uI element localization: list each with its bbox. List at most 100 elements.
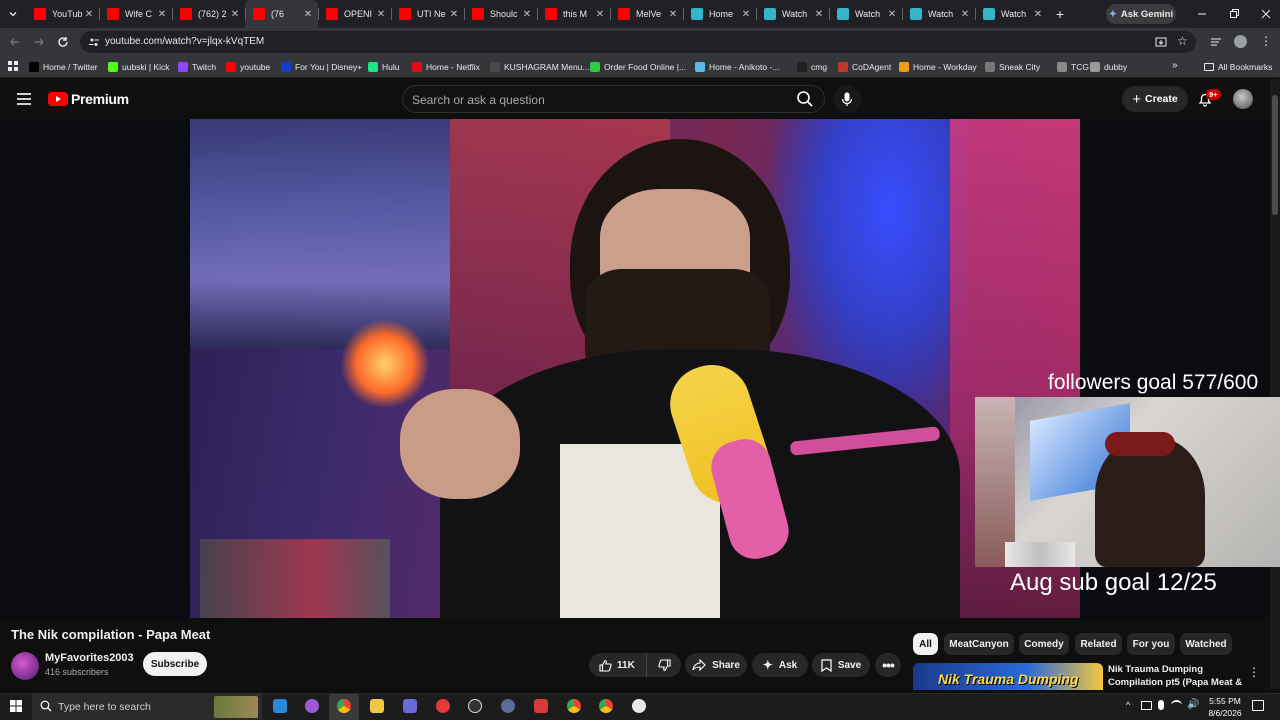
bookmark-link[interactable]: Sneak City (985, 60, 1040, 74)
browser-tab[interactable]: YouTub ✕ (26, 0, 99, 28)
taskbar-app-obs-icon[interactable] (468, 699, 482, 713)
notification-center-icon[interactable] (1252, 700, 1264, 711)
browser-tab[interactable]: Wife C ✕ (99, 0, 172, 28)
install-app-icon[interactable] (1155, 36, 1167, 48)
tab-close-icon[interactable]: ✕ (813, 9, 825, 20)
filter-chip[interactable]: Related (1075, 633, 1122, 655)
voice-search-button[interactable] (833, 85, 861, 113)
bookmark-star-icon[interactable]: ☆ (1177, 35, 1190, 48)
bookmark-link[interactable]: For You | Disney+ (281, 60, 362, 74)
browser-tab[interactable]: Watch ✕ (829, 0, 902, 28)
bookmark-link[interactable]: Home - Netflix (412, 60, 480, 74)
restore-button[interactable] (1226, 6, 1242, 22)
forward-button[interactable] (32, 35, 46, 49)
youtube-logo[interactable]: Premium (48, 91, 129, 107)
browser-tab[interactable]: OPENI ✕ (318, 0, 391, 28)
browser-tab[interactable]: (76 ✕ (245, 0, 318, 28)
dislike-button[interactable] (647, 658, 681, 672)
tray-network-icon[interactable] (1141, 701, 1152, 710)
browser-tab[interactable]: Watch ✕ (902, 0, 975, 28)
browser-tab[interactable]: Watch ✕ (756, 0, 829, 28)
tray-microphone-icon[interactable] (1158, 700, 1164, 710)
bookmark-link[interactable]: dubby (1090, 60, 1127, 74)
tab-close-icon[interactable]: ✕ (83, 9, 95, 20)
save-button[interactable]: Save (812, 653, 870, 677)
taskbar-app-steam-icon[interactable] (501, 699, 515, 713)
create-button[interactable]: + Create (1122, 86, 1188, 112)
tab-close-icon[interactable]: ✕ (740, 9, 752, 20)
taskbar-time[interactable]: 5:55 PM (1205, 696, 1245, 706)
site-info-icon[interactable] (88, 36, 100, 48)
taskbar-app-gamepad-icon[interactable] (403, 699, 417, 713)
url-text[interactable]: youtube.com/watch?v=jlqx-kVqTEM (105, 36, 264, 47)
tab-close-icon[interactable]: ✕ (302, 9, 314, 20)
more-menu-icon[interactable]: ⋮ (1260, 35, 1272, 49)
tab-close-icon[interactable]: ✕ (1032, 9, 1044, 20)
bookmark-link[interactable]: TCG (1057, 60, 1089, 74)
account-avatar[interactable] (1233, 89, 1253, 109)
bookmark-link[interactable]: Home / Twitter (29, 60, 98, 74)
subscribe-button[interactable]: Subscribe (143, 652, 207, 676)
taskbar-app-chrome-icon[interactable] (337, 699, 351, 713)
ask-button[interactable]: ✦ Ask (752, 653, 808, 677)
apps-grid-icon[interactable] (8, 61, 19, 72)
taskbar-app-chrome-profile-icon[interactable] (305, 699, 319, 713)
scrollbar-thumb[interactable] (1272, 95, 1278, 215)
bookmark-link[interactable]: cmg (797, 60, 827, 74)
tab-close-icon[interactable]: ✕ (667, 9, 679, 20)
browser-tab[interactable]: Shoulc ✕ (464, 0, 537, 28)
browser-tab[interactable]: UTI Ne ✕ (391, 0, 464, 28)
hamburger-menu-button[interactable] (17, 93, 31, 105)
back-button[interactable] (8, 35, 22, 49)
ask-gemini-button[interactable]: ✦ Ask Gemini (1106, 4, 1176, 24)
filter-chip[interactable]: Watched (1180, 633, 1232, 655)
browser-tab[interactable]: (762) 2 ✕ (172, 0, 245, 28)
share-button[interactable]: Share (685, 653, 747, 677)
new-tab-button[interactable]: + (1048, 0, 1072, 28)
bookmark-link[interactable]: CoDAgent (838, 60, 891, 74)
tray-wifi-icon[interactable] (1171, 700, 1182, 710)
browser-tab[interactable]: Watch ✕ (975, 0, 1048, 28)
video-frame[interactable] (190, 119, 1080, 618)
taskbar-app-bing-icon[interactable] (273, 699, 287, 713)
media-control-icon[interactable] (1210, 36, 1222, 48)
tab-close-icon[interactable]: ✕ (156, 9, 168, 20)
profile-avatar[interactable] (1234, 35, 1247, 48)
tab-close-icon[interactable]: ✕ (594, 9, 606, 20)
browser-tab[interactable]: MelVe ✕ (610, 0, 683, 28)
all-bookmarks-link[interactable]: All Bookmarks (1204, 60, 1272, 74)
search-button[interactable] (796, 90, 814, 108)
more-actions-button[interactable]: ••• (875, 653, 901, 677)
bookmarks-overflow-icon[interactable]: » (1172, 60, 1178, 71)
bookmark-link[interactable]: Twitch (178, 60, 216, 74)
taskbar-app-chrome-3-icon[interactable] (599, 699, 613, 713)
taskbar-app-file-explorer-icon[interactable] (370, 699, 384, 713)
taskbar-app-clock-icon[interactable] (632, 699, 646, 713)
close-window-button[interactable] (1258, 6, 1274, 22)
filter-chip[interactable]: All (913, 633, 938, 655)
tab-close-icon[interactable]: ✕ (448, 9, 460, 20)
taskbar-app-acrobat-icon[interactable] (534, 699, 548, 713)
taskbar-app-chrome-2-icon[interactable] (567, 699, 581, 713)
tab-close-icon[interactable]: ✕ (959, 9, 971, 20)
like-button[interactable]: 11K (589, 653, 647, 677)
channel-name[interactable]: MyFavorites2003 (45, 652, 134, 664)
filter-chip[interactable]: For you (1127, 633, 1175, 655)
tab-close-icon[interactable]: ✕ (886, 9, 898, 20)
browser-tab[interactable]: this M ✕ (537, 0, 610, 28)
bookmark-link[interactable]: Order Food Online |... (590, 60, 686, 74)
tab-close-icon[interactable]: ✕ (375, 9, 387, 20)
tab-close-icon[interactable]: ✕ (521, 9, 533, 20)
channel-avatar[interactable] (11, 652, 39, 680)
bookmark-link[interactable]: youtube (226, 60, 270, 74)
start-button[interactable] (10, 700, 22, 712)
bookmark-link[interactable]: Hulu (368, 60, 399, 74)
bookmark-link[interactable]: KUSHAGRAM Menu... (490, 60, 590, 74)
tray-overflow-icon[interactable]: ^ (1126, 700, 1130, 710)
bookmark-link[interactable]: Home - Workday (899, 60, 977, 74)
bookmark-link[interactable]: uubski | Kick (108, 60, 170, 74)
tab-search-button[interactable] (0, 0, 26, 28)
tab-close-icon[interactable]: ✕ (229, 9, 241, 20)
reload-button[interactable] (56, 35, 70, 49)
minimize-button[interactable] (1194, 6, 1210, 22)
